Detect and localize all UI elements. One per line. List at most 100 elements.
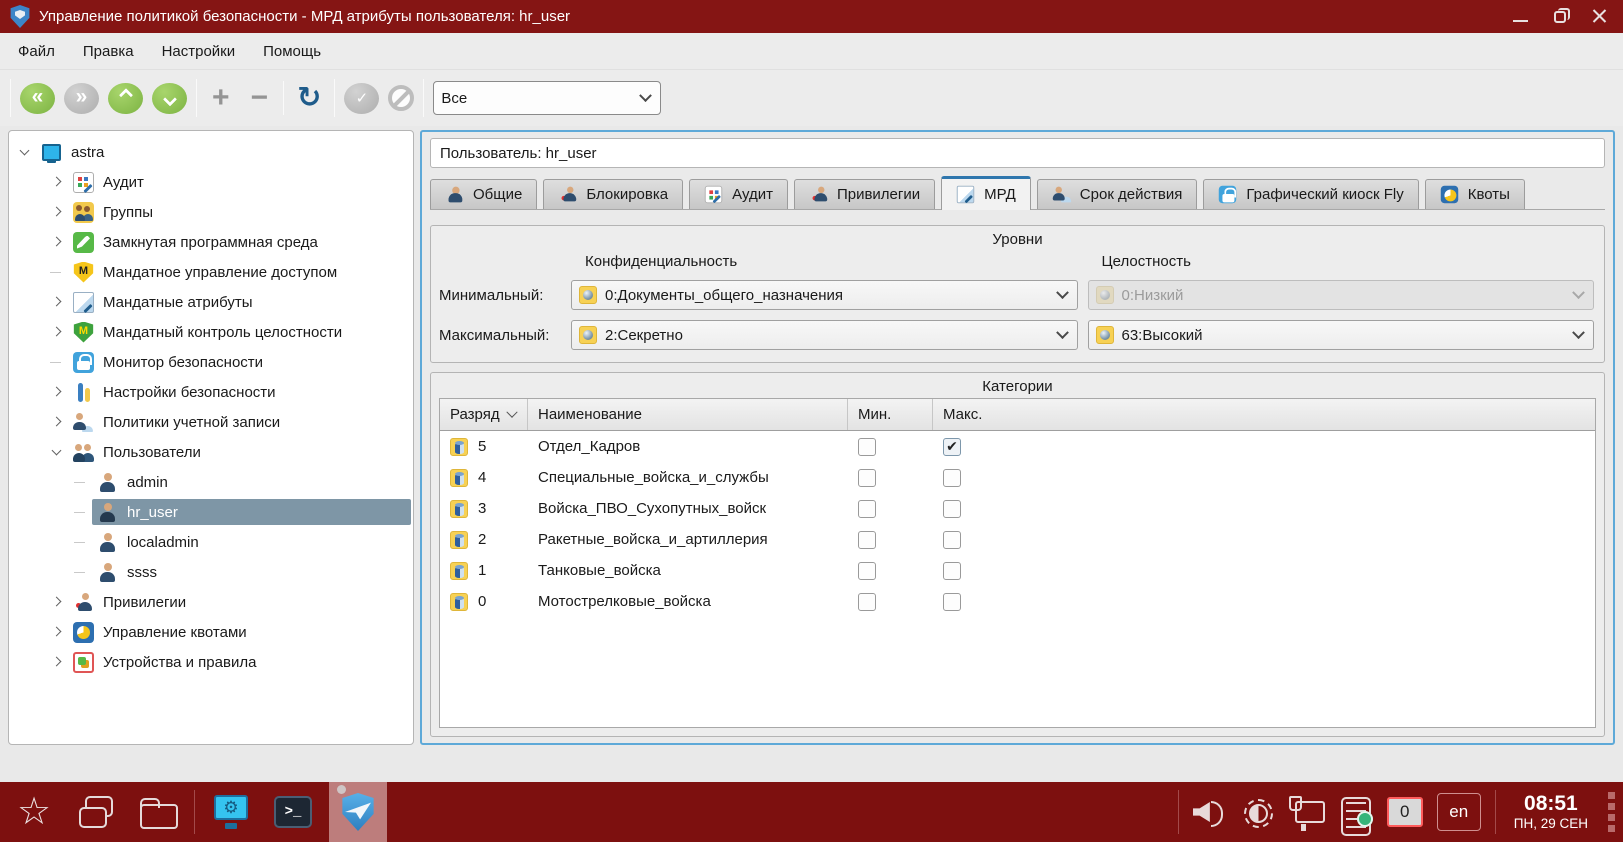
menu-settings[interactable]: Настройки [148,36,250,67]
table-row[interactable]: 1 Танковые_войска [440,555,1595,586]
min-checkbox[interactable] [858,469,876,487]
column-header-min[interactable]: Мин. [848,399,933,430]
minimize-icon[interactable] [1513,20,1528,22]
tree-item-audit[interactable]: Аудит [11,167,411,197]
tree-item-ssss[interactable]: ssss [11,557,411,587]
tree-item-security-monitor[interactable]: Монитор безопасности [11,347,411,377]
menu-help[interactable]: Помощь [249,36,335,67]
table-row[interactable]: 5 Отдел_Кадров ✔ [440,431,1595,462]
brightness-icon[interactable] [1241,796,1273,828]
window-switcher-button[interactable] [70,786,122,838]
tab-lock[interactable]: Блокировка [543,179,683,209]
expander-icon[interactable] [49,384,66,401]
tree-item-security-settings[interactable]: Настройки безопасности [11,377,411,407]
tree-item-privileges[interactable]: Привилегии [11,587,411,617]
min-checkbox[interactable] [858,593,876,611]
tab-audit[interactable]: Аудит [689,179,788,209]
table-row[interactable]: 2 Ракетные_войска_и_артиллерия [440,524,1595,555]
tree-item-mac[interactable]: Мандатное управление доступом [11,257,411,287]
tab-fly-kiosk[interactable]: Графический киоск Fly [1203,179,1418,209]
level-icon [1096,286,1114,304]
expander-icon[interactable] [49,654,66,671]
tab-expiry[interactable]: Срок действия [1037,179,1198,209]
tree-item-users[interactable]: Пользователи [11,437,411,467]
column-header-name[interactable]: Наименование [528,399,848,430]
tab-quotas[interactable]: Квоты [1425,179,1525,209]
max-integrity-select[interactable]: 63:Высокий [1088,320,1595,350]
network-icon[interactable] [1287,796,1325,828]
filter-select[interactable]: Все [433,81,661,115]
max-checkbox[interactable] [943,593,961,611]
expander-icon[interactable] [49,234,66,251]
battery-icon[interactable] [1339,795,1373,829]
expander-icon[interactable] [49,624,66,641]
tab-label: Привилегии [837,186,920,203]
menu-edit[interactable]: Правка [69,36,148,67]
min-checkbox[interactable] [858,531,876,549]
expander-icon[interactable] [49,444,66,461]
nav-last-button[interactable]: » [64,83,99,114]
apply-button[interactable]: ✓ [344,83,379,114]
nav-up-button[interactable] [108,83,143,114]
file-manager-button[interactable] [132,786,184,838]
expander-icon[interactable] [49,294,66,311]
tree-item-integrity-control[interactable]: Мандатный контроль целостности [11,317,411,347]
tree-item-account-policies[interactable]: Политики учетной записи [11,407,411,437]
max-checkbox[interactable] [943,469,961,487]
expander-icon[interactable] [49,174,66,191]
expander-icon[interactable] [49,324,66,341]
tree-item-label: Пользователи [103,444,201,461]
expander-icon[interactable] [49,204,66,221]
expander-icon[interactable] [49,414,66,431]
security-shield-icon [341,793,375,831]
min-confidentiality-select[interactable]: 0:Документы_общего_назначения [571,280,1078,310]
user-details-panel: Пользователь: hr_user Общие Блокировка А… [420,130,1615,745]
tree-item-closed-env[interactable]: Замкнутая программная среда [11,227,411,257]
max-checkbox[interactable] [943,500,961,518]
nav-down-button[interactable] [152,83,187,114]
tab-privileges[interactable]: Привилегии [794,179,935,209]
volume-icon[interactable] [1193,798,1227,826]
keyboard-layout-indicator[interactable]: en [1437,793,1481,831]
max-confidentiality-select[interactable]: 2:Секретно [571,320,1078,350]
expander-icon[interactable] [49,594,66,611]
active-app-security-policy[interactable] [329,782,387,842]
remove-button[interactable]: − [245,83,275,113]
tab-mrd[interactable]: МРД [941,176,1031,210]
add-button[interactable]: + [206,83,236,113]
tree-item-admin[interactable]: admin [11,467,411,497]
integrity-level-badge[interactable]: 0 [1387,797,1423,827]
column-header-max[interactable]: Макс. [933,399,1595,430]
min-checkbox[interactable] [858,500,876,518]
min-checkbox[interactable] [858,438,876,456]
expander-icon[interactable] [17,144,34,161]
tree-item-mandatory-attrs[interactable]: Мандатные атрибуты [11,287,411,317]
terminal-app-button[interactable]: >_ [267,786,319,838]
tab-general[interactable]: Общие [430,179,537,209]
table-row[interactable]: 3 Войска_ПВО_Сухопутных_войск [440,493,1595,524]
restore-icon[interactable] [1554,11,1566,23]
minimum-row-label: Минимальный: [439,287,561,304]
max-checkbox[interactable] [943,562,961,580]
tree-item-devices[interactable]: Устройства и правила [11,647,411,677]
tree-item-quotas[interactable]: Управление квотами [11,617,411,647]
refresh-button[interactable]: ↻ [293,84,325,113]
launcher-star-button[interactable]: ☆ [8,786,60,838]
nav-first-button[interactable]: « [20,83,55,114]
column-header-bit[interactable]: Разряд [440,399,528,430]
menu-file[interactable]: Файл [4,36,69,67]
min-checkbox[interactable] [858,562,876,580]
settings-app-button[interactable]: ⚙ [205,786,257,838]
max-checkbox[interactable] [943,531,961,549]
max-checkbox[interactable]: ✔ [943,438,961,456]
cancel-button[interactable] [388,85,414,111]
tree-item-localadmin[interactable]: localadmin [11,527,411,557]
tree-item-astra[interactable]: astra [11,137,411,167]
tree-item-hr-user[interactable]: hr_user [11,497,411,527]
clock[interactable]: 08:51 ПН, 29 СЕН [1510,792,1592,832]
close-icon[interactable] [1592,9,1607,24]
panel-grip-handle[interactable] [1606,792,1615,832]
table-row[interactable]: 4 Специальные_войска_и_службы [440,462,1595,493]
tree-item-groups[interactable]: Группы [11,197,411,227]
table-row[interactable]: 0 Мотострелковые_войска [440,586,1595,617]
